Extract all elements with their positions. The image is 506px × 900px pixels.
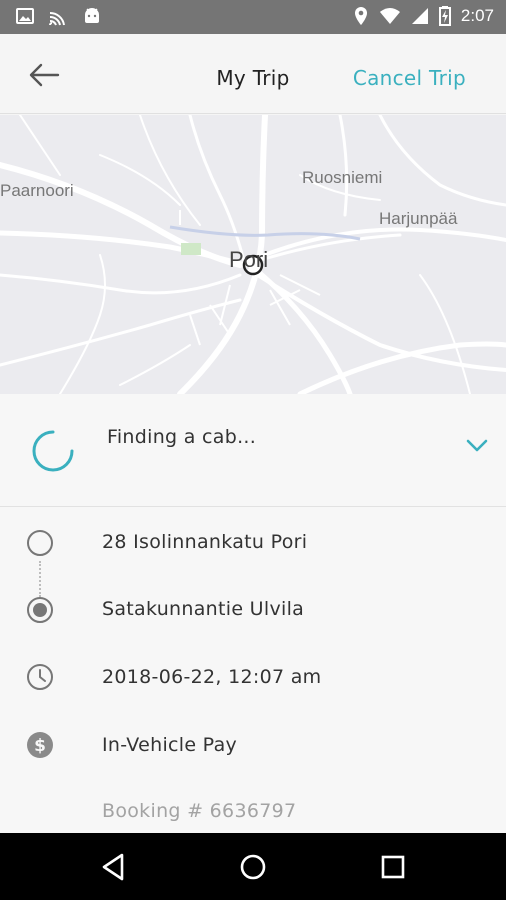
- navigation-bar: [0, 833, 506, 900]
- chevron-down-icon[interactable]: [466, 439, 488, 453]
- booking-number: Booking # 6636797: [102, 800, 297, 822]
- trip-datetime: 2018-06-22, 12:07 am: [102, 666, 322, 688]
- android-icon: [85, 8, 99, 23]
- map-view[interactable]: Paarnoori Ruosniemi Harjunpää Pori: [0, 115, 506, 394]
- signal-icon: [411, 8, 428, 24]
- loading-spinner-icon: [32, 430, 74, 472]
- app-bar: My Trip Cancel Trip: [0, 34, 506, 114]
- svg-text:$: $: [34, 736, 46, 756]
- cast-icon: [49, 11, 65, 26]
- location-icon: [354, 7, 367, 25]
- wifi-icon: [379, 8, 400, 24]
- map-label-city: Pori: [229, 247, 269, 272]
- nav-back-icon[interactable]: [98, 851, 130, 883]
- payment-method: In-Vehicle Pay: [102, 734, 238, 756]
- finding-status-text: Finding a cab...: [107, 426, 257, 448]
- map-label-paarnoori: Paarnoori: [0, 181, 74, 200]
- pickup-address: 28 Isolinnankatu Pori: [102, 531, 308, 553]
- route-connector: [39, 561, 41, 597]
- battery-icon: [438, 6, 451, 26]
- map-label-harjunpaa: Harjunpää: [379, 209, 458, 228]
- dropoff-marker-icon: [27, 597, 53, 623]
- nav-home-icon[interactable]: [237, 851, 269, 883]
- cancel-trip-button[interactable]: Cancel Trip: [353, 66, 466, 90]
- status-time: 2:07: [460, 6, 494, 25]
- dropoff-address: Satakunnantie Ulvila: [102, 598, 305, 620]
- dollar-icon: $: [27, 732, 53, 758]
- finding-cab-panel[interactable]: Finding a cab...: [0, 394, 506, 507]
- status-bar: 2:07: [0, 0, 506, 34]
- nav-recents-icon[interactable]: [377, 851, 409, 883]
- image-icon: [16, 8, 34, 24]
- pickup-marker-icon: [27, 530, 53, 556]
- clock-icon: [27, 664, 53, 690]
- map-label-ruosniemi: Ruosniemi: [302, 168, 383, 187]
